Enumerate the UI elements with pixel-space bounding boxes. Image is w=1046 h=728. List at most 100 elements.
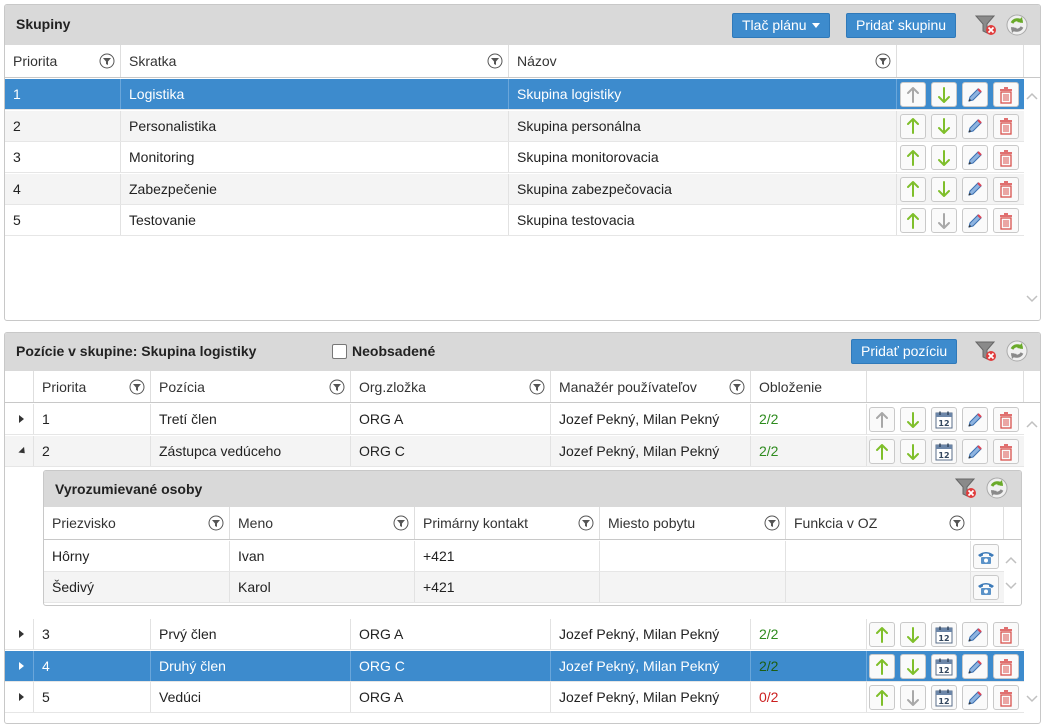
arrow-down-icon[interactable]: [931, 113, 957, 139]
trash-icon[interactable]: [993, 176, 1019, 202]
arrow-down-icon[interactable]: [900, 685, 926, 710]
pencil-icon[interactable]: [962, 685, 988, 710]
chevron-down-icon[interactable]: [1005, 579, 1017, 591]
collapse-icon[interactable]: [18, 446, 28, 457]
filter-icon[interactable]: [529, 379, 545, 395]
pencil-icon[interactable]: [962, 654, 988, 679]
clear-filter-icon[interactable]: [973, 338, 999, 364]
pencil-icon[interactable]: [962, 113, 988, 139]
groups-scrollbar[interactable]: [1023, 79, 1040, 319]
column-header-function[interactable]: Funkcia v OZ: [786, 507, 971, 539]
arrow-down-icon[interactable]: [900, 622, 926, 647]
column-header-priority[interactable]: Priorita: [34, 371, 151, 402]
add-position-button[interactable]: Pridať pozíciu: [851, 339, 958, 364]
arrow-down-icon[interactable]: [931, 82, 957, 107]
cell-expander[interactable]: [5, 682, 34, 712]
table-row[interactable]: 5 Vedúci ORG A Jozef Pekný, Milan Pekný …: [5, 682, 1024, 713]
arrow-down-icon[interactable]: [931, 208, 957, 233]
column-header-occupancy[interactable]: Obloženie: [751, 371, 867, 402]
chevron-up-icon[interactable]: [1026, 419, 1038, 431]
cell-expander[interactable]: [5, 436, 34, 466]
trash-icon[interactable]: [993, 82, 1019, 107]
cell-expander[interactable]: [5, 619, 34, 649]
cell-expander[interactable]: [5, 404, 34, 434]
pencil-icon[interactable]: [962, 82, 988, 107]
calendar-icon[interactable]: 12: [931, 407, 957, 432]
table-row[interactable]: 1 Logistika Skupina logistiky: [5, 79, 1024, 110]
filter-icon[interactable]: [949, 515, 965, 531]
arrow-up-icon[interactable]: [900, 145, 926, 170]
expand-icon[interactable]: [19, 693, 24, 701]
clear-filter-icon[interactable]: [973, 12, 999, 38]
filter-icon[interactable]: [729, 379, 745, 395]
refresh-icon[interactable]: [1004, 338, 1030, 364]
column-header-abbreviation[interactable]: Skratka: [121, 45, 509, 77]
trash-icon[interactable]: [993, 654, 1019, 679]
column-header-primary-contact[interactable]: Primárny kontakt: [415, 507, 600, 539]
chevron-down-icon[interactable]: [1026, 292, 1038, 304]
arrow-up-icon[interactable]: [869, 685, 895, 710]
table-row[interactable]: 3 Monitoring Skupina monitorovacia: [5, 142, 1024, 173]
arrow-down-icon[interactable]: [900, 439, 926, 464]
arrow-up-icon[interactable]: [869, 407, 895, 432]
arrow-up-icon[interactable]: [869, 439, 895, 464]
column-header-residence[interactable]: Miesto pobytu: [600, 507, 786, 539]
filter-icon[interactable]: [99, 53, 115, 69]
arrow-up-icon[interactable]: [869, 654, 895, 679]
filter-icon[interactable]: [578, 515, 594, 531]
calendar-icon[interactable]: 12: [931, 685, 957, 710]
filter-icon[interactable]: [329, 379, 345, 395]
column-header-name[interactable]: Názov: [509, 45, 897, 77]
unfilled-label[interactable]: Neobsadené: [352, 343, 435, 359]
table-row[interactable]: Šedivý Karol +421: [44, 572, 1004, 603]
table-row[interactable]: 1 Tretí člen ORG A Jozef Pekný, Milan Pe…: [5, 404, 1024, 435]
trash-icon[interactable]: [993, 113, 1019, 139]
column-header-priority[interactable]: Priorita: [5, 45, 121, 77]
pencil-icon[interactable]: [962, 407, 988, 432]
calendar-icon[interactable]: 12: [931, 654, 957, 679]
filter-icon[interactable]: [129, 379, 145, 395]
add-group-button[interactable]: Pridať skupinu: [846, 13, 957, 38]
expand-icon[interactable]: [19, 662, 24, 670]
notified-scrollbar[interactable]: [1002, 541, 1020, 605]
filter-icon[interactable]: [393, 515, 409, 531]
filter-icon[interactable]: [875, 53, 891, 69]
chevron-down-icon[interactable]: [1026, 692, 1038, 704]
arrow-up-icon[interactable]: [900, 208, 926, 233]
chevron-up-icon[interactable]: [1026, 91, 1038, 103]
trash-icon[interactable]: [993, 407, 1019, 432]
column-header-org-unit[interactable]: Org.zložka: [351, 371, 551, 402]
arrow-up-icon[interactable]: [900, 82, 926, 107]
column-header-first-name[interactable]: Meno: [230, 507, 415, 539]
table-row[interactable]: 3 Prvý člen ORG A Jozef Pekný, Milan Pek…: [5, 619, 1024, 650]
table-row[interactable]: 4 Druhý člen ORG C Jozef Pekný, Milan Pe…: [5, 651, 1024, 682]
expand-icon[interactable]: [19, 630, 24, 638]
expand-icon[interactable]: [19, 415, 24, 423]
calendar-icon[interactable]: 12: [931, 439, 957, 464]
refresh-icon[interactable]: [984, 475, 1010, 501]
table-row[interactable]: 2 Personalistika Skupina personálna: [5, 110, 1024, 142]
arrow-up-icon[interactable]: [900, 113, 926, 139]
arrow-down-icon[interactable]: [900, 407, 926, 432]
cell-expander[interactable]: [5, 651, 34, 681]
phone-icon[interactable]: [973, 575, 999, 600]
pencil-icon[interactable]: [962, 176, 988, 202]
arrow-up-icon[interactable]: [869, 622, 895, 647]
table-row[interactable]: 5 Testovanie Skupina testovacia: [5, 205, 1024, 236]
filter-icon[interactable]: [487, 53, 503, 69]
print-plan-button[interactable]: Tlač plánu: [732, 13, 830, 38]
arrow-up-icon[interactable]: [900, 176, 926, 202]
pencil-icon[interactable]: [962, 208, 988, 233]
trash-icon[interactable]: [993, 439, 1019, 464]
positions-scrollbar[interactable]: [1023, 405, 1040, 723]
arrow-down-icon[interactable]: [900, 654, 926, 679]
calendar-icon[interactable]: 12: [931, 622, 957, 647]
trash-icon[interactable]: [993, 145, 1019, 170]
column-header-position[interactable]: Pozícia: [151, 371, 351, 402]
trash-icon[interactable]: [993, 622, 1019, 647]
clear-filter-icon[interactable]: [953, 475, 979, 501]
refresh-icon[interactable]: [1004, 12, 1030, 38]
trash-icon[interactable]: [993, 208, 1019, 233]
column-header-user-manager[interactable]: Manažér používateľov: [551, 371, 751, 402]
pencil-icon[interactable]: [962, 439, 988, 464]
